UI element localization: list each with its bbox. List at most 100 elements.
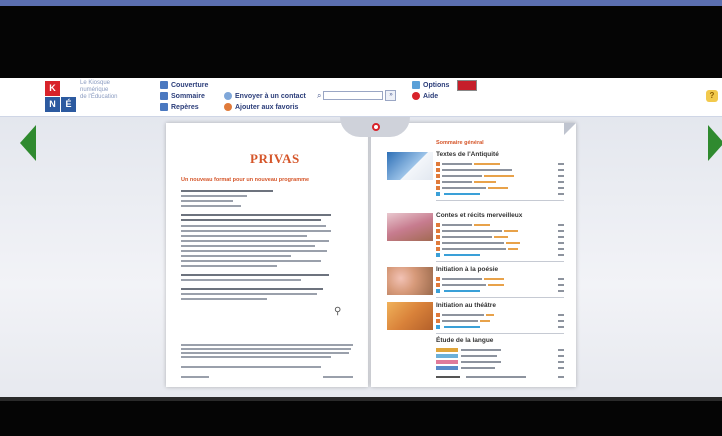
section-image-theatre xyxy=(387,302,433,330)
tagline-line-3: de l'Éducation xyxy=(80,94,118,100)
list-item[interactable] xyxy=(436,374,564,379)
text-line xyxy=(181,356,331,358)
favorite-icon xyxy=(224,103,232,111)
next-page-arrow-icon[interactable] xyxy=(708,125,722,161)
left-page-heading: PRIVAS xyxy=(250,151,300,166)
sommaire-general-title: Sommaire général xyxy=(436,140,484,146)
list-item[interactable] xyxy=(436,167,564,172)
list-item[interactable] xyxy=(436,246,564,251)
text-line xyxy=(181,205,241,207)
list-item[interactable] xyxy=(436,312,564,317)
email-icon xyxy=(224,92,232,100)
options-icon xyxy=(412,81,420,89)
text-line xyxy=(181,245,315,247)
zoom-icon[interactable]: ⚲ xyxy=(334,306,341,317)
search-go-button[interactable]: » xyxy=(385,90,397,101)
text-line xyxy=(181,235,307,237)
cover-icon xyxy=(160,81,168,89)
options-button[interactable]: Options xyxy=(412,81,449,89)
text-line xyxy=(181,298,267,300)
section-title-theatre: Initiation au théâtre xyxy=(436,302,496,309)
list-item[interactable] xyxy=(436,185,564,190)
search-bar: ⌕ » xyxy=(317,90,397,101)
record-icon[interactable] xyxy=(372,123,380,131)
list-item[interactable] xyxy=(436,252,564,257)
section-title-poesie: Initiation à la poésie xyxy=(436,266,499,273)
section-title-contes: Contes et récits merveilleux xyxy=(436,212,523,219)
aide-label: Aide xyxy=(423,92,439,100)
text-line xyxy=(181,195,247,197)
list-item[interactable] xyxy=(436,318,564,323)
help-dot-icon xyxy=(412,92,420,100)
sommaire-button[interactable]: Sommaire xyxy=(160,92,205,100)
section-title-antiquite: Textes de l'Antiquité xyxy=(436,151,499,158)
text-line xyxy=(181,279,301,281)
bottom-strip xyxy=(0,397,722,401)
top-letterbox xyxy=(0,6,722,78)
search-input[interactable] xyxy=(323,91,384,100)
text-line xyxy=(181,230,331,232)
text-line xyxy=(181,288,323,290)
ajouter-label: Ajouter aux favoris xyxy=(235,103,299,111)
list-item[interactable] xyxy=(436,173,564,178)
list-item[interactable] xyxy=(436,240,564,245)
section-title-langue: Étude de la langue xyxy=(436,337,494,344)
left-page-subheading: Un nouveau format pour un nouveau progra… xyxy=(181,177,310,183)
logo-letter-n: N xyxy=(45,97,60,112)
list-item[interactable] xyxy=(436,353,564,358)
ajouter-favoris-button[interactable]: Ajouter aux favoris xyxy=(224,103,298,111)
list-item[interactable] xyxy=(436,365,564,370)
list-item[interactable] xyxy=(436,359,564,364)
list-item[interactable] xyxy=(436,282,564,287)
text-line xyxy=(181,240,329,242)
couverture-label: Couverture xyxy=(171,81,209,89)
list-item[interactable] xyxy=(436,276,564,281)
section-image-antiquite xyxy=(387,152,433,180)
language-flag-icon[interactable] xyxy=(457,80,477,91)
list-item[interactable] xyxy=(436,191,564,196)
list-item[interactable] xyxy=(436,222,564,227)
text-line xyxy=(181,366,321,368)
section-image-poesie xyxy=(387,267,433,295)
text-line xyxy=(181,250,327,252)
text-line xyxy=(181,260,321,262)
tagline-line-1: Le Kiosque xyxy=(80,80,111,86)
contents-icon xyxy=(160,92,168,100)
text-line xyxy=(181,200,233,202)
bookmarks-icon xyxy=(160,103,168,111)
text-line xyxy=(181,293,317,295)
section-image-contes xyxy=(387,213,433,241)
text-line xyxy=(181,225,326,227)
section-divider xyxy=(436,200,564,201)
page-corner-fold[interactable] xyxy=(564,123,576,135)
text-line xyxy=(181,348,351,350)
list-item[interactable] xyxy=(436,288,564,293)
bottom-letterbox xyxy=(0,397,722,436)
reperes-button[interactable]: Repères xyxy=(160,103,199,111)
envoyer-label: Envoyer à un contact xyxy=(235,92,306,100)
list-item[interactable] xyxy=(436,161,564,166)
tagline-line-2: numérique xyxy=(80,87,109,93)
previous-page-arrow-icon[interactable] xyxy=(20,125,36,161)
list-item[interactable] xyxy=(436,347,564,352)
list-item[interactable] xyxy=(436,234,564,239)
list-item[interactable] xyxy=(436,179,564,184)
couverture-button[interactable]: Couverture xyxy=(160,81,208,89)
text-line xyxy=(181,255,291,257)
text-line xyxy=(181,214,331,216)
text-line xyxy=(323,376,353,378)
section-divider xyxy=(436,333,564,334)
list-item[interactable] xyxy=(436,324,564,329)
text-line xyxy=(181,274,329,276)
envoyer-button[interactable]: Envoyer à un contact xyxy=(224,92,306,100)
list-item[interactable] xyxy=(436,228,564,233)
logo-letter-k: K xyxy=(45,81,60,96)
kne-logo: K N É xyxy=(45,81,77,112)
section-divider xyxy=(436,261,564,262)
text-line xyxy=(181,352,349,354)
aide-button[interactable]: Aide xyxy=(412,92,438,100)
help-icon[interactable]: ? xyxy=(706,90,718,102)
sommaire-label: Sommaire xyxy=(171,92,205,100)
logo-letter-e: É xyxy=(61,97,76,112)
reperes-label: Repères xyxy=(171,103,199,111)
